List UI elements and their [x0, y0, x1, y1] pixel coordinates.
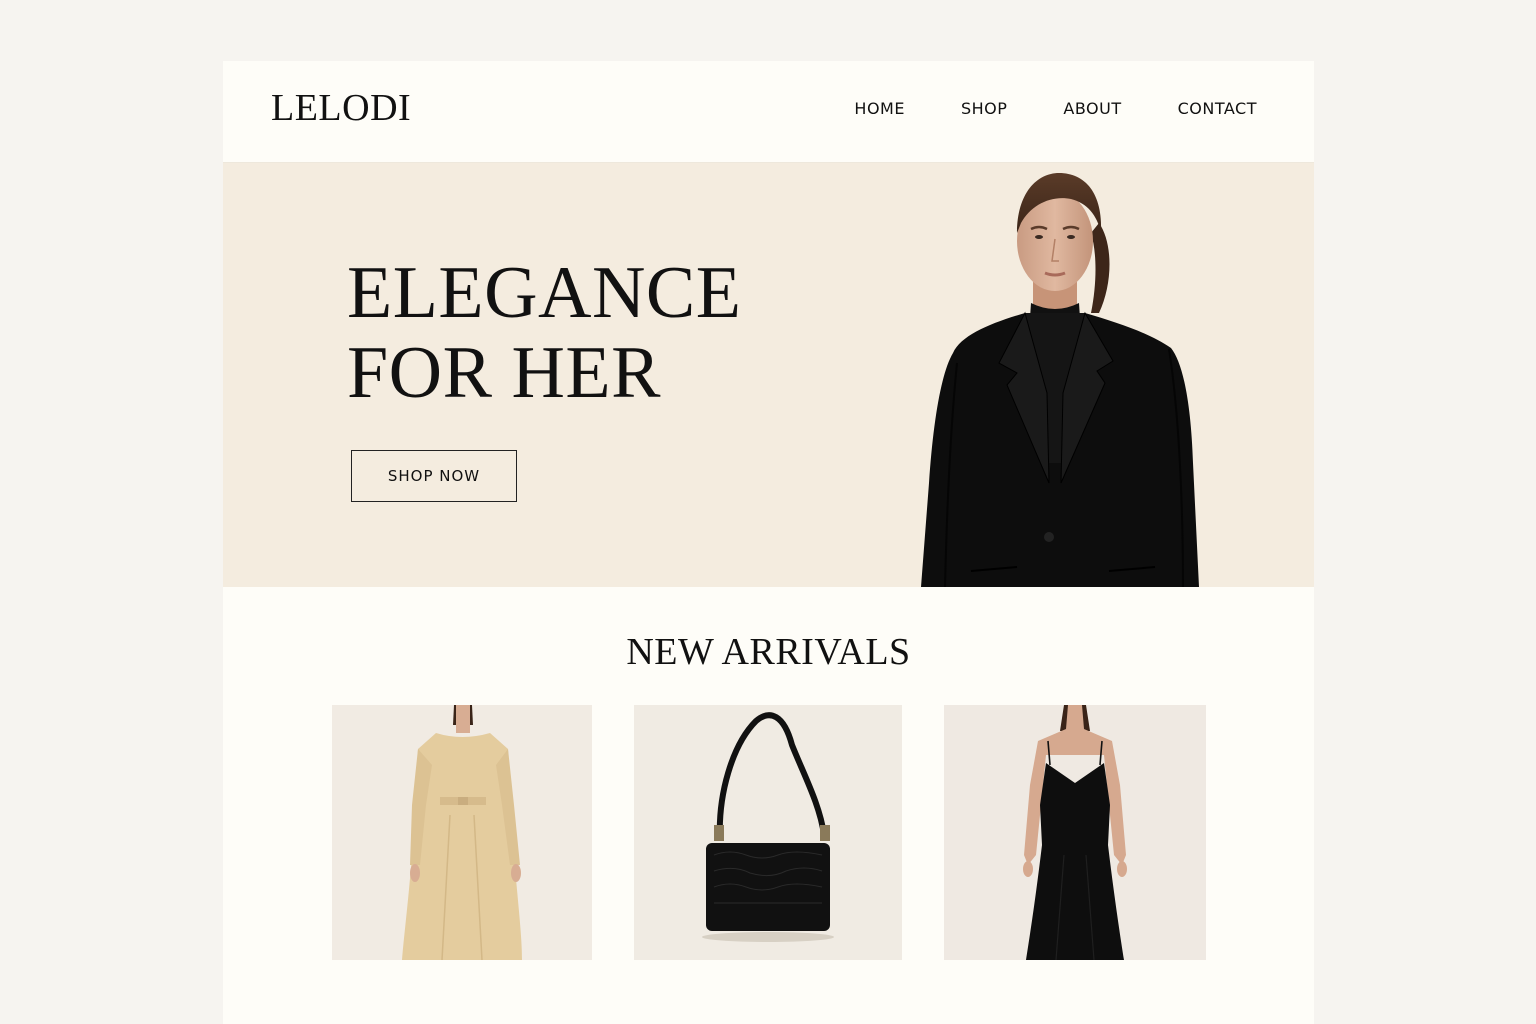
- product-card-black-bag[interactable]: [634, 705, 902, 960]
- nav-shop-link[interactable]: SHOP: [961, 101, 1007, 117]
- product-card-beige-dress[interactable]: [332, 705, 592, 960]
- hero-banner: ELEGANCE FOR HER SHOP NOW: [223, 163, 1314, 587]
- beige-dress-image: [402, 705, 522, 960]
- page-card: LELODI HOME SHOP ABOUT CONTACT ELEGANCE …: [223, 61, 1314, 1024]
- site-header: LELODI HOME SHOP ABOUT CONTACT: [223, 61, 1314, 163]
- brand-logo[interactable]: LELODI: [271, 89, 411, 127]
- nav-about-link[interactable]: ABOUT: [1063, 101, 1121, 117]
- hero-title-line-2: FOR HER: [347, 332, 661, 414]
- hero-title: ELEGANCE FOR HER: [347, 253, 742, 413]
- nav-contact-link[interactable]: CONTACT: [1178, 101, 1257, 117]
- nav-home-link[interactable]: HOME: [854, 101, 905, 117]
- product-card-black-slip-dress[interactable]: [944, 705, 1206, 960]
- hero-title-line-1: ELEGANCE: [347, 252, 742, 334]
- hero-model-image: [921, 173, 1199, 587]
- black-slip-dress-image: [1023, 705, 1127, 960]
- new-arrivals-title: NEW ARRIVALS: [626, 631, 911, 673]
- main-nav: HOME SHOP ABOUT CONTACT: [854, 101, 1257, 117]
- black-bag-image: [702, 712, 834, 942]
- shop-now-button[interactable]: SHOP NOW: [351, 450, 517, 502]
